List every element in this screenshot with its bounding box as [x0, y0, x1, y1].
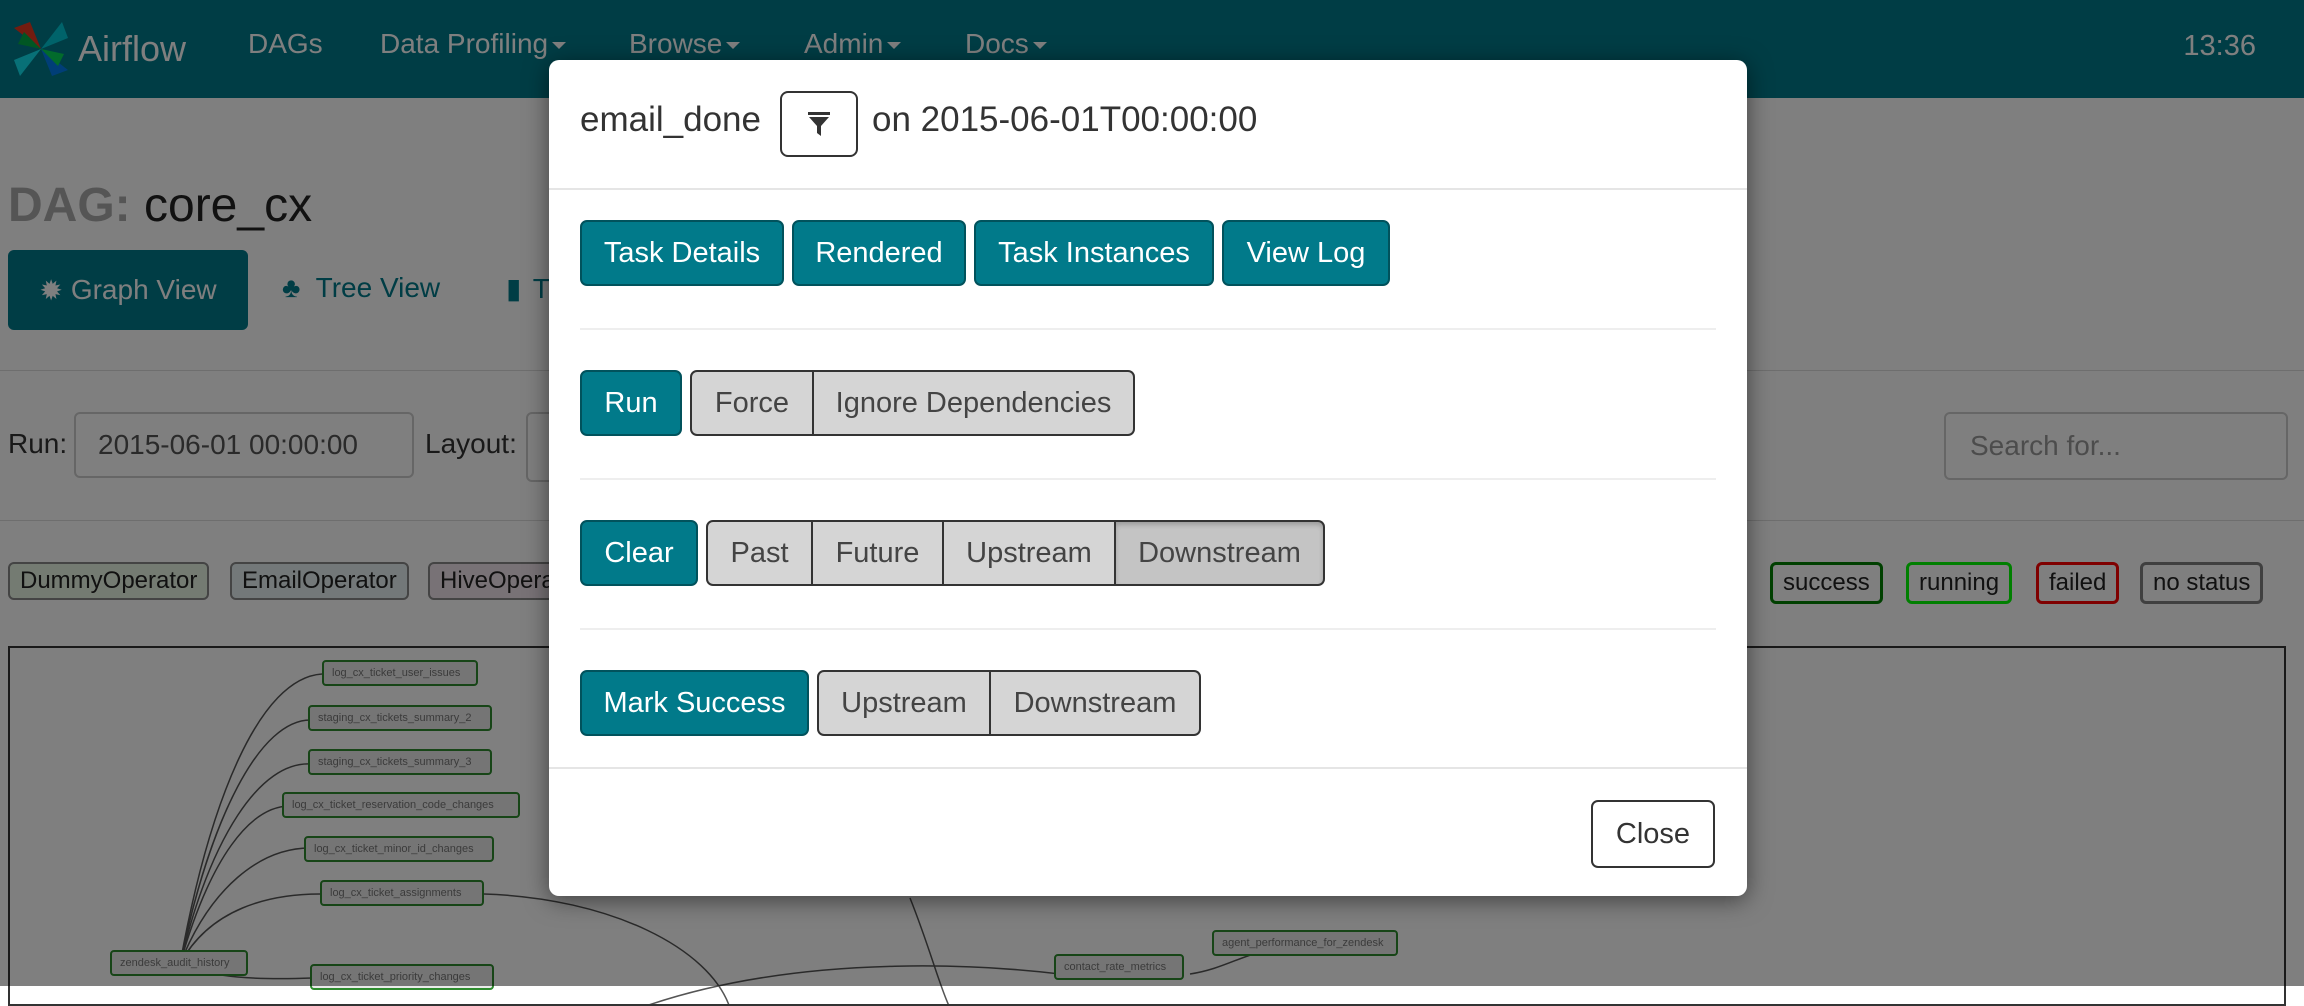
- mark-success-upstream-toggle[interactable]: Upstream: [817, 670, 991, 736]
- task-details-button[interactable]: Task Details: [580, 220, 784, 286]
- task-instances-button[interactable]: Task Instances: [974, 220, 1214, 286]
- mark-success-downstream-toggle[interactable]: Downstream: [991, 670, 1201, 736]
- execution-date: on 2015-06-01T00:00:00: [872, 100, 1258, 139]
- task-modal: email_done on 2015-06-01T00:00:00 Task D…: [549, 60, 1747, 896]
- divider: [580, 478, 1716, 480]
- view-log-button[interactable]: View Log: [1222, 220, 1390, 286]
- clear-upstream-toggle[interactable]: Upstream: [944, 520, 1116, 586]
- modal-header: email_done on 2015-06-01T00:00:00: [549, 60, 1747, 190]
- ignore-dependencies-toggle[interactable]: Ignore Dependencies: [814, 370, 1135, 436]
- force-toggle[interactable]: Force: [690, 370, 814, 436]
- rendered-button[interactable]: Rendered: [792, 220, 966, 286]
- mark-success-button[interactable]: Mark Success: [580, 670, 809, 736]
- divider: [580, 628, 1716, 630]
- filter-button[interactable]: [780, 91, 858, 157]
- run-button[interactable]: Run: [580, 370, 682, 436]
- close-button[interactable]: Close: [1591, 800, 1715, 868]
- clear-downstream-toggle[interactable]: Downstream: [1116, 520, 1325, 586]
- clear-past-toggle[interactable]: Past: [706, 520, 813, 586]
- clear-future-toggle[interactable]: Future: [813, 520, 944, 586]
- divider: [580, 328, 1716, 330]
- modal-footer-divider: [549, 767, 1747, 769]
- filter-icon: [808, 112, 830, 136]
- clear-button[interactable]: Clear: [580, 520, 698, 586]
- task-id: email_done: [580, 100, 761, 139]
